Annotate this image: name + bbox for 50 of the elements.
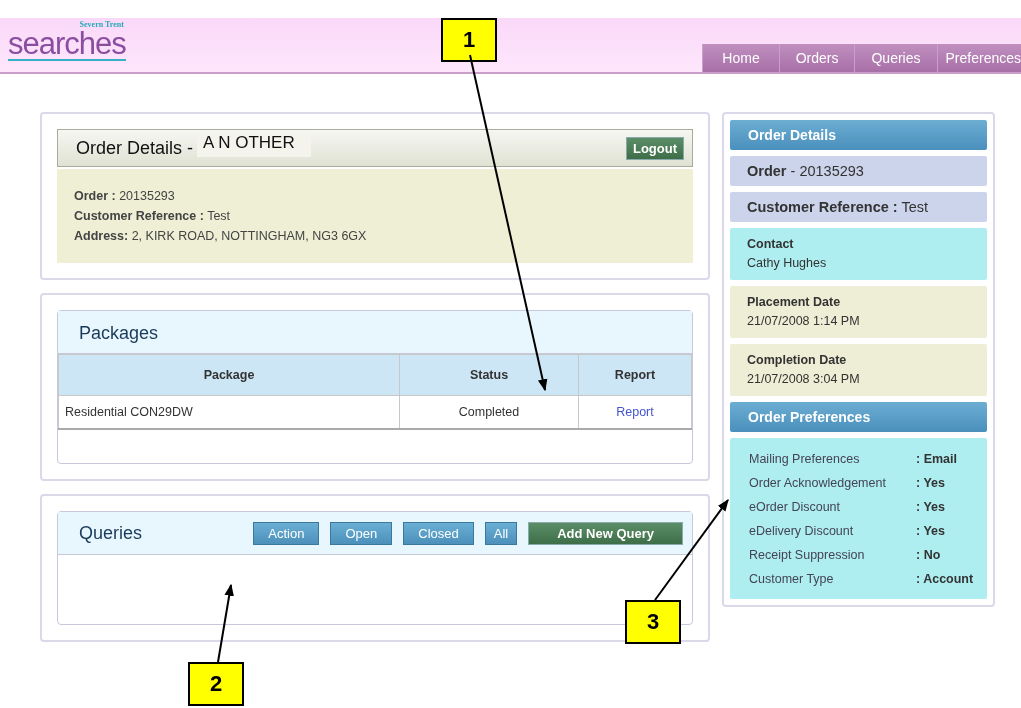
nav-tab[interactable]: Preferences xyxy=(936,44,1021,72)
filter-button[interactable]: All xyxy=(484,521,518,545)
filter-button[interactable]: Open xyxy=(330,521,393,545)
nav-tab[interactable]: Queries xyxy=(854,44,937,72)
table-cell: Completed xyxy=(399,395,579,429)
preference-value: : Yes xyxy=(916,475,945,492)
column-header: Package xyxy=(58,354,400,396)
callout-label: 1 xyxy=(441,18,497,62)
filter-button[interactable]: Closed xyxy=(403,521,474,545)
section-title: Queries xyxy=(79,522,143,544)
preference-label: eDelivery Discount xyxy=(749,523,855,540)
detail-value: Cathy Hughes xyxy=(747,255,828,272)
callout-label: 2 xyxy=(188,662,244,706)
preference-label: Mailing Preferences xyxy=(749,451,861,468)
brand-text: Severn Trent xyxy=(79,20,124,29)
preference-value: : Yes xyxy=(916,523,945,540)
customer-name: A N OTHER xyxy=(197,133,311,157)
sidebar-heading: Order Preferences xyxy=(730,402,987,432)
table-cell: Residential CON29DW xyxy=(58,395,400,429)
column-header: Report xyxy=(578,354,692,396)
detail-value: 21/07/2008 3:04 PM xyxy=(747,371,861,388)
report-link[interactable]: Report xyxy=(616,405,654,419)
callout-label: 3 xyxy=(625,600,681,644)
preference-value: : Account xyxy=(916,571,974,588)
preference-value: : No xyxy=(916,547,941,564)
preference-label: Order Acknowledgement xyxy=(749,475,887,492)
order-field: Customer Reference : Test xyxy=(74,206,676,226)
preference-value: : Yes xyxy=(916,499,945,516)
summary-item: Order - 20135293 xyxy=(730,156,987,186)
column-header: Status xyxy=(399,354,579,396)
logout-button[interactable]: Logout xyxy=(625,136,684,160)
order-field: Order : 20135293 xyxy=(74,186,676,206)
section-title: Packages xyxy=(58,311,692,354)
filter-button[interactable]: Action xyxy=(253,521,320,545)
preference-label: eOrder Discount xyxy=(749,499,841,516)
preference-label: Receipt Suppression xyxy=(749,547,866,564)
nav-tab[interactable]: Orders xyxy=(778,44,855,72)
sidebar-heading: Order Details xyxy=(730,120,987,150)
detail-value: 21/07/2008 1:14 PM xyxy=(747,313,861,330)
detail-label: Placement Date xyxy=(747,294,842,311)
add-query-button[interactable]: Add New Query xyxy=(528,521,683,545)
logo-text: searches xyxy=(8,29,126,61)
detail-label: Contact xyxy=(747,236,795,253)
nav-tab[interactable]: Home xyxy=(702,44,779,72)
panel-title: Order Details - xyxy=(76,137,194,159)
order-field: Address: 2, KIRK ROAD, NOTTINGHAM, NG3 6GX xyxy=(74,226,676,246)
preference-value: : Email xyxy=(916,451,957,468)
summary-item: Customer Reference : Test xyxy=(730,192,987,222)
detail-label: Completion Date xyxy=(747,352,848,369)
preference-label: Customer Type xyxy=(749,571,835,588)
